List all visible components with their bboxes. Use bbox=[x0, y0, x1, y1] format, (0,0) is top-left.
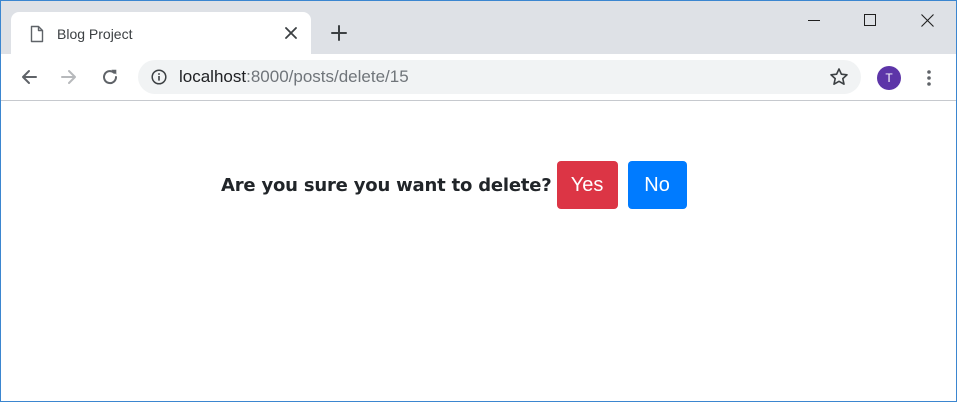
address-bar[interactable]: localhost:8000/posts/delete/15 bbox=[138, 60, 861, 94]
profile-avatar[interactable]: T bbox=[877, 66, 901, 90]
star-icon[interactable] bbox=[829, 67, 849, 87]
url-host: localhost bbox=[179, 67, 247, 86]
tab-blog-project[interactable]: Blog Project bbox=[11, 12, 311, 54]
tab-strip: Blog Project bbox=[1, 1, 956, 54]
browser-window: Blog Project localhost:8000/posts/delete… bbox=[0, 0, 957, 402]
url-text: localhost:8000/posts/delete/15 bbox=[179, 67, 409, 87]
forward-arrow-icon[interactable] bbox=[57, 65, 81, 89]
reload-icon[interactable] bbox=[98, 65, 122, 89]
confirm-message: Are you sure you want to delete? bbox=[221, 174, 552, 196]
url-path: :8000/posts/delete/15 bbox=[246, 67, 409, 86]
minimize-icon[interactable] bbox=[785, 1, 843, 39]
tab-close-icon[interactable] bbox=[283, 25, 299, 41]
maximize-icon[interactable] bbox=[841, 1, 899, 39]
tab-title: Blog Project bbox=[57, 26, 133, 42]
delete-confirmation: Are you sure you want to delete? Yes No bbox=[221, 161, 687, 209]
page-content: Are you sure you want to delete? Yes No bbox=[1, 101, 956, 401]
back-arrow-icon[interactable] bbox=[17, 65, 41, 89]
plus-icon[interactable] bbox=[327, 21, 351, 45]
close-icon[interactable] bbox=[898, 1, 956, 39]
info-icon[interactable] bbox=[151, 69, 167, 85]
page-icon bbox=[29, 25, 45, 43]
yes-button[interactable]: Yes bbox=[556, 161, 618, 209]
browser-toolbar: localhost:8000/posts/delete/15 T bbox=[1, 54, 956, 101]
more-vert-icon[interactable] bbox=[919, 66, 939, 90]
no-button[interactable]: No bbox=[627, 161, 687, 209]
